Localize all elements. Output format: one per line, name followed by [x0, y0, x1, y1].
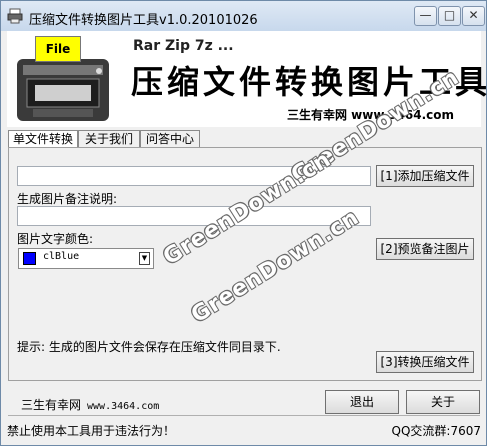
title-bar[interactable]: 压缩文件转换图片工具v1.0.20101026 — □ ✕	[1, 1, 486, 31]
minimize-button[interactable]: —	[414, 6, 437, 26]
hint-text: 提示: 生成的图片文件会保存在压缩文件同目录下.	[17, 340, 281, 354]
tab-qa-center[interactable]: 问答中心	[140, 130, 200, 147]
printer-icon	[7, 8, 23, 24]
tab-single-file[interactable]: 单文件转换	[8, 130, 78, 148]
preview-image-button[interactable]: [2]预览备注图片	[376, 238, 474, 260]
close-button[interactable]: ✕	[462, 6, 485, 26]
footer-site: 三生有幸网 www.3464.com	[21, 396, 159, 413]
formats-subtitle: Rar Zip 7z ...	[133, 38, 234, 54]
tab-panel: [1]添加压缩文件 生成图片备注说明: 图片文字颜色: clBlue ▼ [2]…	[8, 147, 482, 381]
color-select[interactable]: clBlue ▼	[18, 248, 154, 269]
exit-button[interactable]: 退出	[325, 390, 399, 414]
qq-group: QQ交流群:7607	[391, 424, 481, 438]
legal-warning: 禁止使用本工具用于违法行为！	[7, 424, 176, 438]
add-archive-button[interactable]: [1]添加压缩文件	[376, 165, 474, 187]
dropdown-arrow-icon[interactable]: ▼	[139, 252, 150, 265]
note-field[interactable]	[17, 206, 371, 226]
color-value: clBlue	[43, 251, 80, 262]
maximize-button[interactable]: □	[438, 6, 461, 26]
footer-site-url: www.3464.com	[87, 401, 160, 412]
color-label: 图片文字颜色:	[17, 232, 94, 246]
app-window: 压缩文件转换图片工具v1.0.20101026 — □ ✕ File Rar Z…	[0, 0, 487, 446]
footer-divider	[8, 415, 480, 416]
about-button[interactable]: 关于	[406, 390, 480, 414]
footer-site-name: 三生有幸网	[21, 398, 82, 412]
note-label: 生成图片备注说明:	[17, 192, 118, 206]
convert-archive-button[interactable]: [3]转换压缩文件	[376, 351, 474, 373]
file-badge: File	[35, 36, 81, 62]
tab-about-us[interactable]: 关于我们	[78, 130, 140, 147]
window-title: 压缩文件转换图片工具v1.0.20101026	[29, 13, 258, 28]
color-swatch	[23, 252, 36, 265]
